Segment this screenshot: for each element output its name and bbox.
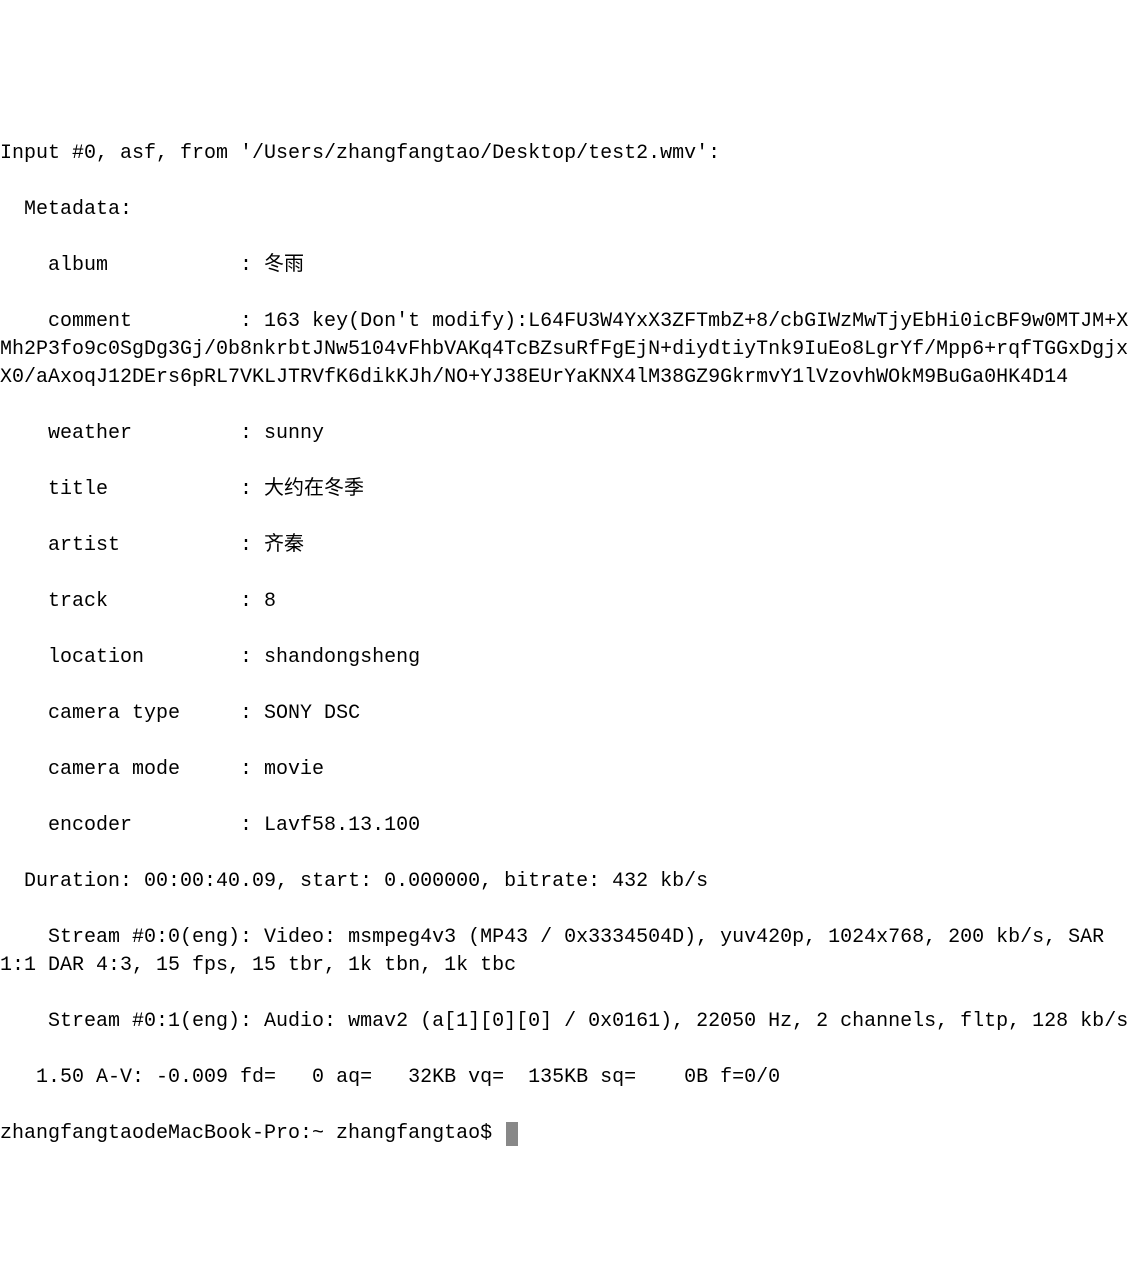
playback-stats-line: 1.50 A-V: -0.009 fd= 0 aq= 32KB vq= 135K… (0, 1064, 1140, 1092)
metadata-comment: comment : 163 key(Don't modify):L64FU3W4… (0, 308, 1140, 392)
metadata-track: track : 8 (0, 588, 1140, 616)
metadata-encoder: encoder : Lavf58.13.100 (0, 812, 1140, 840)
metadata-title: title : 大约在冬季 (0, 476, 1140, 504)
shell-prompt-text: zhangfangtaodeMacBook-Pro:~ zhangfangtao… (0, 1120, 504, 1148)
terminal-output: Input #0, asf, from '/Users/zhangfangtao… (0, 112, 1140, 1176)
metadata-header-line: Metadata: (0, 196, 1140, 224)
stream-video-line: Stream #0:0(eng): Video: msmpeg4v3 (MP43… (0, 924, 1140, 980)
metadata-artist: artist : 齐秦 (0, 532, 1140, 560)
metadata-weather: weather : sunny (0, 420, 1140, 448)
duration-line: Duration: 00:00:40.09, start: 0.000000, … (0, 868, 1140, 896)
shell-prompt-line[interactable]: zhangfangtaodeMacBook-Pro:~ zhangfangtao… (0, 1120, 1140, 1148)
stream-audio-line: Stream #0:1(eng): Audio: wmav2 (a[1][0][… (0, 1008, 1140, 1036)
metadata-album: album : 冬雨 (0, 252, 1140, 280)
input-header-line: Input #0, asf, from '/Users/zhangfangtao… (0, 140, 1140, 168)
metadata-location: location : shandongsheng (0, 644, 1140, 672)
metadata-camera-mode: camera mode : movie (0, 756, 1140, 784)
metadata-camera-type: camera type : SONY DSC (0, 700, 1140, 728)
cursor-icon (506, 1122, 518, 1146)
